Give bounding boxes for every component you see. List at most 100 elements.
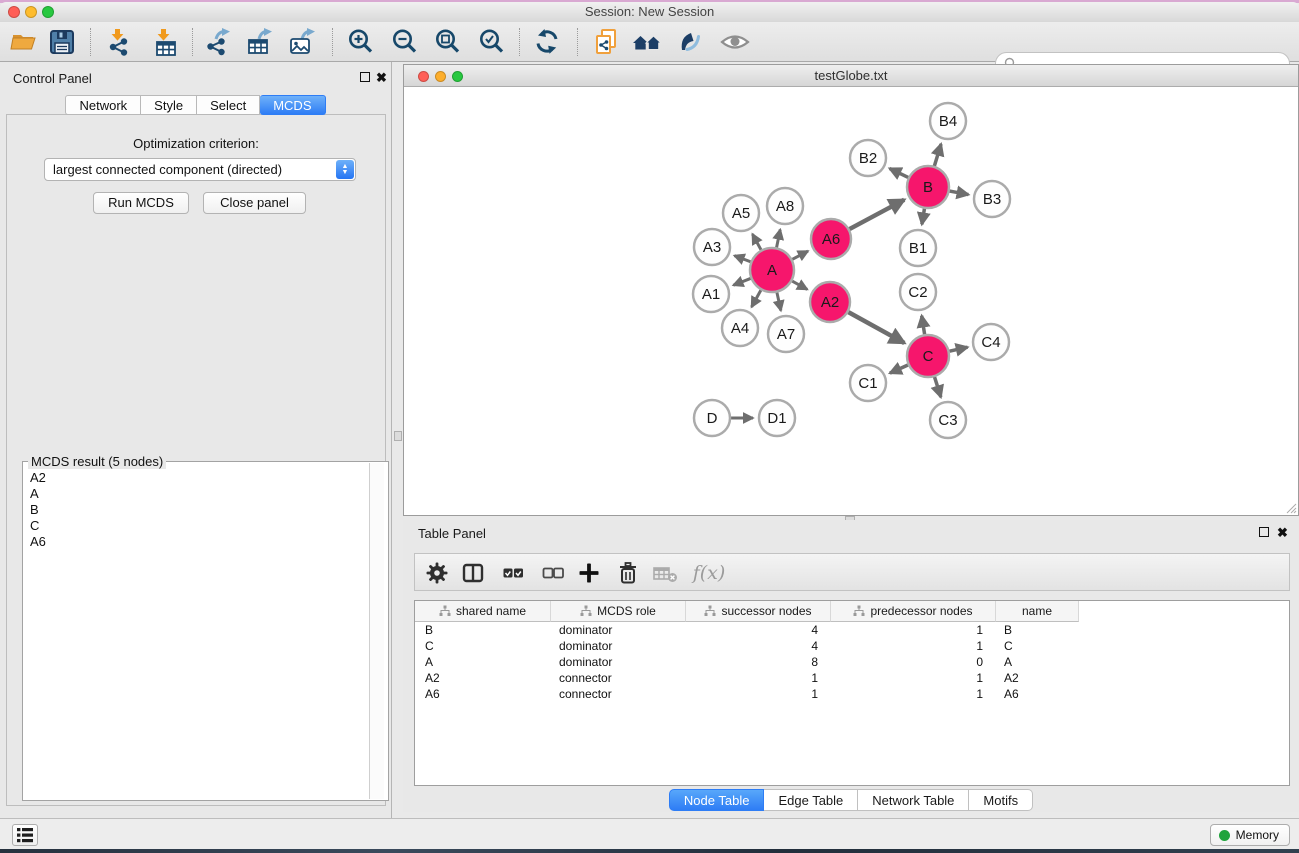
tab-network-table[interactable]: Network Table — [858, 789, 969, 811]
export-image-icon[interactable] — [287, 27, 317, 57]
edge-A-A8[interactable] — [777, 230, 781, 248]
tab-select[interactable]: Select — [197, 95, 260, 115]
graph-node-C3[interactable]: C3 — [930, 402, 966, 438]
mcds-result-item[interactable]: A — [24, 486, 368, 502]
delete-table-icon[interactable] — [652, 560, 678, 586]
export-network-icon[interactable] — [203, 27, 233, 57]
graph-node-A[interactable]: A — [750, 248, 794, 292]
column-header-shared-name[interactable]: shared name — [415, 601, 551, 622]
show-hide-graphics-details-icon[interactable] — [675, 27, 705, 57]
memory-button[interactable]: Memory — [1210, 824, 1290, 846]
float-panel-icon[interactable] — [360, 72, 372, 84]
export-table-icon[interactable] — [245, 27, 275, 57]
table-row[interactable]: Bdominator41B — [415, 622, 1289, 638]
edge-A-A6[interactable] — [792, 251, 808, 259]
mcds-result-item[interactable]: A2 — [24, 470, 368, 486]
mcds-result-item[interactable]: A6 — [24, 534, 368, 550]
import-network-icon[interactable] — [105, 27, 135, 57]
graph-node-D[interactable]: D — [694, 400, 730, 436]
column-header-predecessor-nodes[interactable]: predecessor nodes — [831, 601, 996, 622]
float-table-panel-icon[interactable] — [1259, 527, 1271, 539]
table-row[interactable]: A2connector11A2 — [415, 670, 1289, 686]
graph-node-B1[interactable]: B1 — [900, 230, 936, 266]
table-row[interactable]: Adominator80A — [415, 654, 1289, 670]
edge-B-B2[interactable] — [890, 168, 909, 177]
birdseye-view-icon[interactable] — [720, 27, 750, 57]
graph-node-A2[interactable]: A2 — [810, 282, 850, 322]
deselect-all-icon[interactable] — [540, 560, 566, 586]
graph-node-B4[interactable]: B4 — [930, 103, 966, 139]
run-mcds-button[interactable]: Run MCDS — [93, 192, 189, 214]
import-table-icon[interactable] — [151, 27, 181, 57]
zoom-fit-icon[interactable] — [433, 27, 463, 57]
network-window-titlebar[interactable]: testGlobe.txt — [404, 65, 1298, 87]
vertical-splitter-handle[interactable] — [394, 431, 402, 441]
close-table-panel-icon[interactable]: ✖ — [1277, 527, 1289, 539]
graph-node-C1[interactable]: C1 — [850, 365, 886, 401]
close-panel-button[interactable]: Close panel — [203, 192, 306, 214]
edge-A-A7[interactable] — [777, 292, 781, 310]
column-header-name[interactable]: name — [996, 601, 1079, 622]
graph-node-A4[interactable]: A4 — [722, 310, 758, 346]
graph-node-A6[interactable]: A6 — [811, 219, 851, 259]
refresh-icon[interactable] — [533, 27, 563, 57]
tab-style[interactable]: Style — [141, 95, 197, 115]
graph-node-A1[interactable]: A1 — [693, 276, 729, 312]
edge-B-B4[interactable] — [934, 144, 941, 166]
zoom-in-icon[interactable] — [346, 27, 376, 57]
tab-mcds[interactable]: MCDS — [260, 95, 325, 115]
edge-C-C2[interactable] — [922, 316, 925, 335]
main-titlebar[interactable]: Session: New Session — [0, 2, 1299, 22]
edge-C-C3[interactable] — [935, 377, 941, 397]
edge-A-A5[interactable] — [752, 234, 761, 250]
edge-A-A4[interactable] — [752, 290, 761, 307]
criterion-dropdown[interactable]: largest connected component (directed) ▲… — [44, 158, 356, 181]
graph-node-A7[interactable]: A7 — [768, 316, 804, 352]
column-header-successor-nodes[interactable]: successor nodes — [686, 601, 831, 622]
edge-A-A2[interactable] — [792, 281, 807, 289]
select-all-icon[interactable] — [500, 560, 526, 586]
graph-node-B2[interactable]: B2 — [850, 140, 886, 176]
edge-A-A1[interactable] — [733, 278, 750, 285]
graph-node-C2[interactable]: C2 — [900, 274, 936, 310]
table-row[interactable]: Cdominator41C — [415, 638, 1289, 654]
graph-node-A3[interactable]: A3 — [694, 229, 730, 265]
tab-motifs[interactable]: Motifs — [969, 789, 1033, 811]
window-resize-grip[interactable] — [1283, 500, 1297, 514]
graph-node-C[interactable]: C — [907, 335, 949, 377]
save-session-icon[interactable] — [47, 27, 77, 57]
graph-node-D1[interactable]: D1 — [759, 400, 795, 436]
tab-node-table[interactable]: Node Table — [669, 789, 765, 811]
show-columns-icon[interactable] — [460, 560, 486, 586]
edge-B-B1[interactable] — [922, 209, 925, 225]
clone-network-icon[interactable] — [592, 27, 622, 57]
delete-columns-trash-icon[interactable] — [615, 560, 641, 586]
edge-C-C4[interactable] — [949, 347, 967, 351]
graph-node-B[interactable]: B — [907, 166, 949, 208]
table-row[interactable]: A6connector11A6 — [415, 686, 1289, 702]
result-list-scrollbar[interactable] — [369, 463, 384, 799]
graph-node-C4[interactable]: C4 — [973, 324, 1009, 360]
function-builder-icon[interactable]: f(x) — [689, 560, 729, 586]
edge-A2-C[interactable] — [848, 312, 904, 343]
close-panel-icon[interactable]: ✖ — [376, 72, 388, 84]
zoom-selected-icon[interactable] — [477, 27, 507, 57]
graph-node-B3[interactable]: B3 — [974, 181, 1010, 217]
mcds-result-item[interactable]: B — [24, 502, 368, 518]
tab-edge-table[interactable]: Edge Table — [764, 789, 858, 811]
network-canvas[interactable]: B4 B2 B B3 A5A8A6 A3 A B1 A1 A2 C2 A4 A7 C4 C C1 D D1 C3 — [404, 88, 1298, 515]
create-column-plus-icon[interactable] — [576, 560, 602, 586]
edge-C-C1[interactable] — [890, 365, 908, 373]
tab-network[interactable]: Network — [65, 95, 141, 115]
mcds-result-item[interactable]: C — [24, 518, 368, 534]
column-header-MCDS-role[interactable]: MCDS role — [551, 601, 686, 622]
graph-node-A5[interactable]: A5 — [723, 195, 759, 231]
edge-A6-B[interactable] — [850, 200, 905, 229]
zoom-out-icon[interactable] — [390, 27, 420, 57]
graph-node-A8[interactable]: A8 — [767, 188, 803, 224]
home-layout-icon[interactable] — [632, 27, 662, 57]
edge-A-A3[interactable] — [734, 256, 750, 262]
edge-B-B3[interactable] — [950, 191, 969, 195]
task-history-button[interactable] — [12, 824, 38, 846]
table-mode-gear-icon[interactable] — [424, 560, 450, 586]
